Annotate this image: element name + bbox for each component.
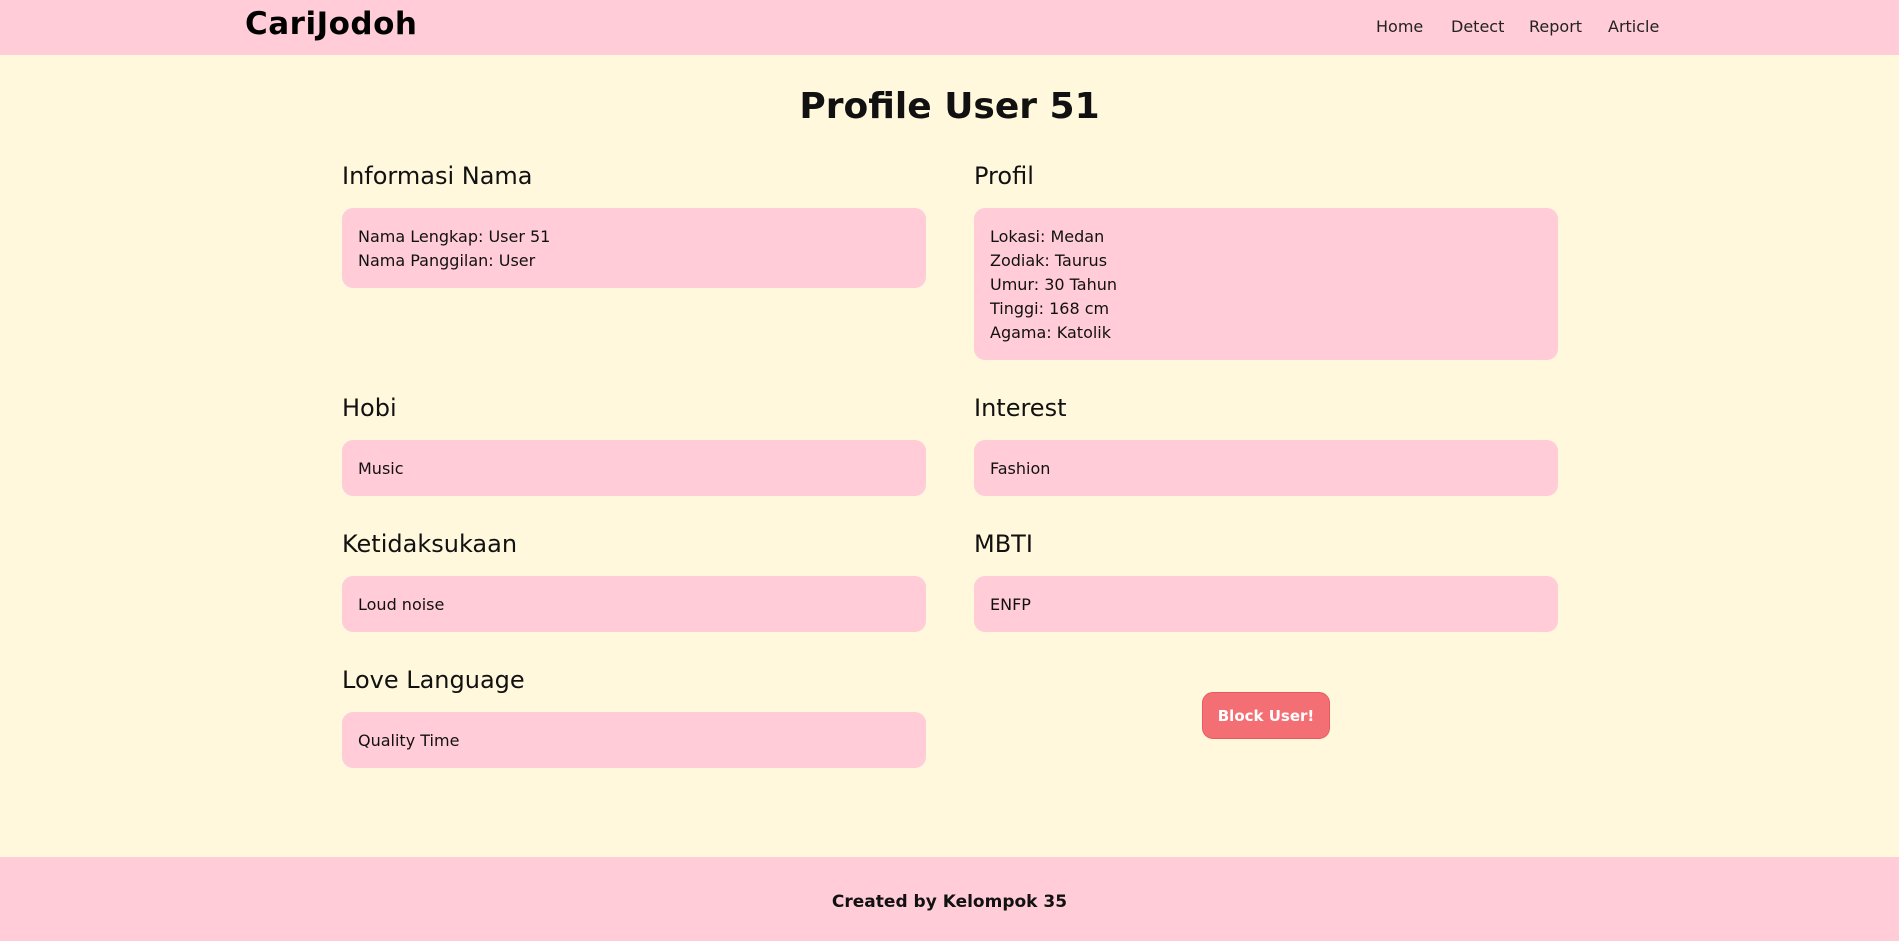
- card-nama: Nama Lengkap: User 51 Nama Panggilan: Us…: [342, 208, 926, 288]
- section-title-nama: Informasi Nama: [342, 162, 533, 190]
- card-ketidaksukaan: Loud noise: [342, 576, 926, 632]
- navbar: CariJodoh Home Detect Report Article: [0, 0, 1899, 55]
- profil-tinggi: Tinggi: 168 cm: [990, 299, 1110, 318]
- profil-lokasi: Lokasi: Medan: [990, 227, 1105, 246]
- nav-link-article[interactable]: Article: [1608, 17, 1659, 36]
- block-user-button[interactable]: Block User!: [1202, 692, 1330, 739]
- card-profil: Lokasi: Medan Zodiak: Taurus Umur: 30 Ta…: [974, 208, 1558, 360]
- section-title-mbti: MBTI: [974, 530, 1033, 558]
- section-title-hobi: Hobi: [342, 394, 397, 422]
- nav-link-report[interactable]: Report: [1529, 17, 1582, 36]
- brand-logo[interactable]: CariJodoh: [245, 6, 417, 42]
- ketidaksukaan-value: Loud noise: [358, 595, 445, 614]
- footer-credit: Created by Kelompok 35: [831, 892, 1068, 912]
- nav-link-home[interactable]: Home: [1376, 17, 1423, 36]
- section-title-ketidaksukaan: Ketidaksukaan: [342, 530, 518, 558]
- card-hobi: Music: [342, 440, 926, 496]
- section-title-love-language: Love Language: [342, 666, 525, 694]
- section-title-interest: Interest: [974, 394, 1067, 422]
- profil-agama: Agama: Katolik: [990, 323, 1112, 342]
- love-language-value: Quality Time: [358, 731, 460, 750]
- hobi-value: Music: [358, 459, 404, 478]
- page-title: Profile User 51: [799, 86, 1100, 127]
- nav-link-detect[interactable]: Detect: [1451, 17, 1504, 36]
- nama-panggilan: Nama Panggilan: User: [358, 251, 536, 270]
- nama-lengkap: Nama Lengkap: User 51: [358, 227, 551, 246]
- mbti-value: ENFP: [990, 595, 1031, 614]
- section-title-profil: Profil: [974, 162, 1034, 190]
- footer: Created by Kelompok 35: [0, 857, 1899, 941]
- card-love-language: Quality Time: [342, 712, 926, 768]
- card-interest: Fashion: [974, 440, 1558, 496]
- profil-zodiak: Zodiak: Taurus: [990, 251, 1108, 270]
- profil-umur: Umur: 30 Tahun: [990, 275, 1118, 294]
- interest-value: Fashion: [990, 459, 1051, 478]
- card-mbti: ENFP: [974, 576, 1558, 632]
